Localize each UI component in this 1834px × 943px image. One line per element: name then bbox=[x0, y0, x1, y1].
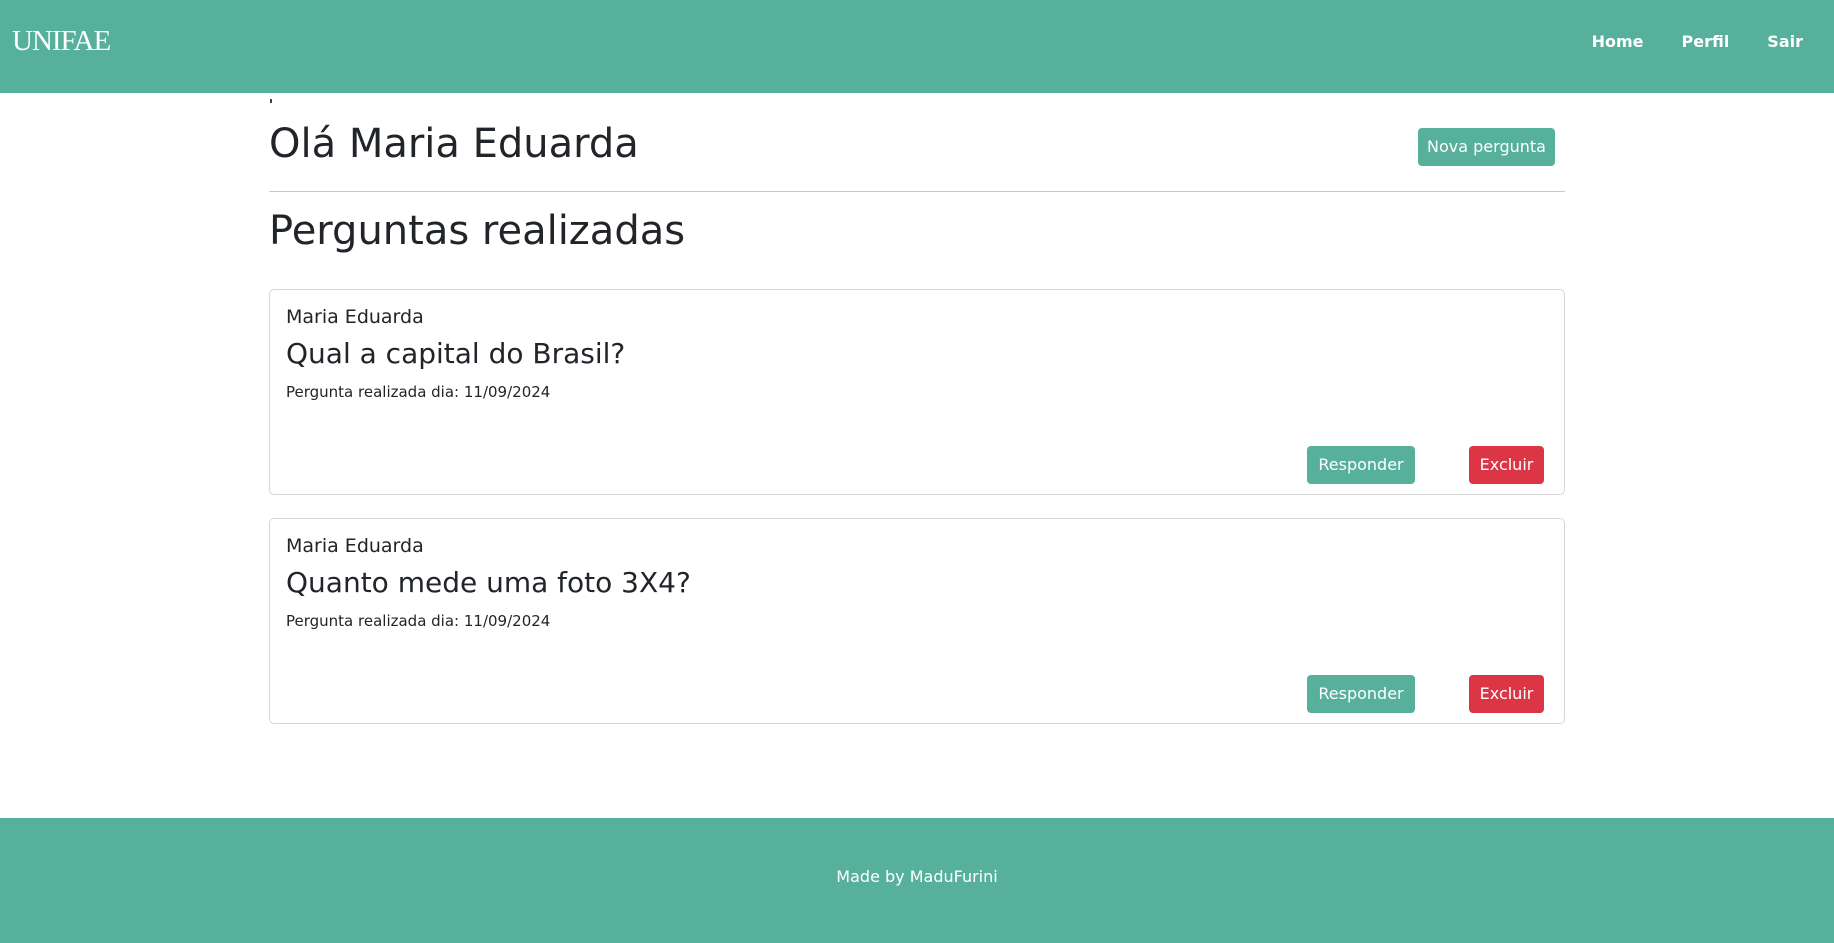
question-author: Maria Eduarda bbox=[286, 306, 424, 328]
question-card: Maria Eduarda Quanto mede uma foto 3X4? … bbox=[269, 518, 1565, 724]
footer-credit: Made by MaduFurini bbox=[836, 867, 998, 886]
question-text: Qual a capital do Brasil? bbox=[286, 337, 626, 370]
footer: Made by MaduFurini bbox=[0, 818, 1834, 943]
delete-button[interactable]: Excluir bbox=[1469, 446, 1544, 484]
question-text: Quanto mede uma foto 3X4? bbox=[286, 566, 691, 599]
answer-button[interactable]: Responder bbox=[1307, 446, 1415, 484]
question-date-line: Pergunta realizada dia: 11/09/2024 bbox=[286, 383, 550, 401]
nav-link-home[interactable]: Home bbox=[1592, 32, 1644, 51]
question-card: Maria Eduarda Qual a capital do Brasil? … bbox=[269, 289, 1565, 495]
main-content: Olá Maria Eduarda Nova pergunta Pergunta… bbox=[269, 93, 1565, 724]
question-date-label: Pergunta realizada dia: bbox=[286, 612, 460, 630]
question-date-line: Pergunta realizada dia: 11/09/2024 bbox=[286, 612, 550, 630]
greeting-title: Olá Maria Eduarda bbox=[269, 121, 639, 167]
nav-link-sair[interactable]: Sair bbox=[1767, 32, 1803, 51]
unifae-logo[interactable]: UNIFAE bbox=[12, 27, 111, 56]
nav-links: Home Perfil Sair bbox=[1554, 32, 1803, 51]
new-question-button[interactable]: Nova pergunta bbox=[1418, 128, 1555, 166]
question-date: 11/09/2024 bbox=[463, 612, 551, 630]
question-date-label: Pergunta realizada dia: bbox=[286, 383, 460, 401]
navbar: UNIFAE Home Perfil Sair bbox=[0, 0, 1834, 93]
section-title: Perguntas realizadas bbox=[269, 208, 686, 254]
delete-button[interactable]: Excluir bbox=[1469, 675, 1544, 713]
question-author: Maria Eduarda bbox=[286, 535, 424, 557]
nav-link-perfil[interactable]: Perfil bbox=[1681, 32, 1729, 51]
page-header: Olá Maria Eduarda Nova pergunta bbox=[269, 93, 1565, 192]
answer-button[interactable]: Responder bbox=[1307, 675, 1415, 713]
question-date: 11/09/2024 bbox=[463, 383, 551, 401]
